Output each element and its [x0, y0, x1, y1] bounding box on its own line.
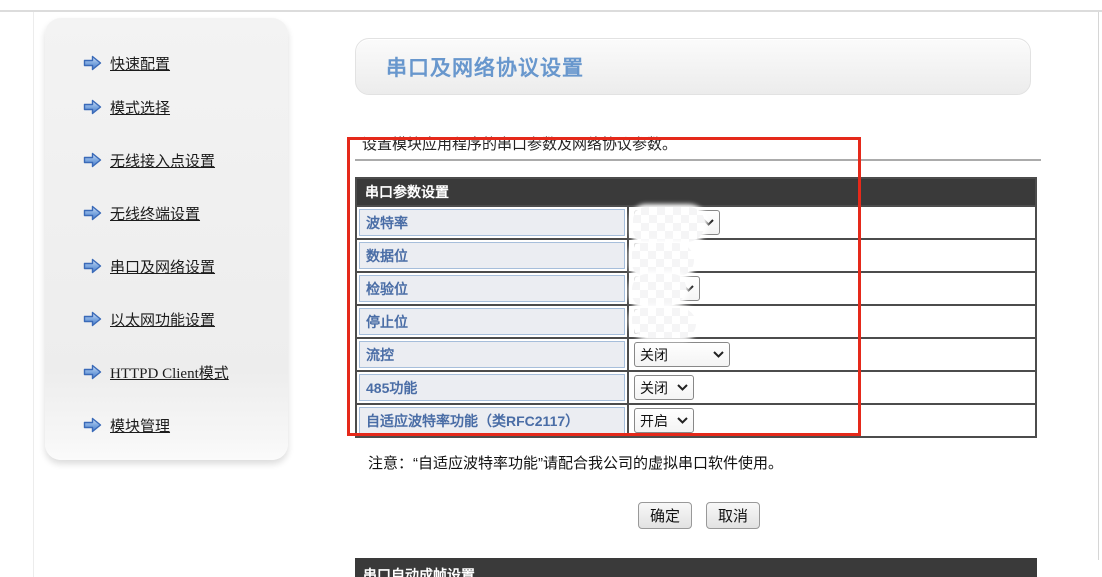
flow-control-value: 关闭 — [640, 345, 668, 365]
row-value-cell: 开启 — [629, 405, 1035, 436]
page-description: 设置模块应用程序的串口参数及网络协议参数。 — [362, 133, 677, 154]
chevron-down-icon — [677, 384, 688, 391]
top-divider — [0, 10, 1102, 12]
chevron-down-icon — [713, 351, 724, 358]
row-label: 485功能 — [359, 374, 625, 401]
row-label: 自适应波特率功能（类RFC2117） — [359, 407, 625, 434]
table-row-parity: 检验位 — [357, 271, 1035, 304]
table-row-data-bits: 数据位 — [357, 238, 1035, 271]
adaptive-baud-value: 开启 — [640, 411, 668, 431]
sidebar-item-label: 无线终端设置 — [110, 203, 200, 224]
table-row-485-function: 485功能 关闭 — [357, 370, 1035, 403]
row-value-cell — [629, 306, 1035, 337]
divider — [355, 159, 1041, 161]
censor-blob — [633, 207, 705, 242]
row-label: 停止位 — [359, 308, 625, 335]
arrow-right-icon — [83, 205, 102, 221]
censor-blob — [632, 274, 686, 306]
row-label-cell: 波特率 — [357, 207, 629, 238]
arrow-right-icon — [83, 55, 102, 71]
confirm-button[interactable]: 确定 — [638, 502, 692, 529]
table-row-flow-control: 流控 关闭 — [357, 337, 1035, 370]
sidebar-item-label: 模块管理 — [110, 415, 170, 436]
sidebar-item-label: 串口及网络设置 — [110, 256, 215, 277]
sidebar-item-label: 无线接入点设置 — [110, 150, 215, 171]
next-section-header: 串口自动成帧设置 — [355, 558, 1037, 577]
row-label-cell: 数据位 — [357, 240, 629, 271]
right-frame-line — [1098, 12, 1099, 560]
sidebar-item-httpd-client[interactable]: HTTPD Client模式 — [83, 361, 288, 383]
row-value-cell — [629, 273, 1035, 304]
row-label: 数据位 — [359, 242, 625, 269]
row-label: 检验位 — [359, 275, 625, 302]
note-text: 注意：“自适应波特率功能”请配合我公司的虚拟串口软件使用。 — [368, 452, 783, 473]
table-row-stop-bits: 停止位 — [357, 304, 1035, 337]
row-label-cell: 停止位 — [357, 306, 629, 337]
page-title-box: 串口及网络协议设置 — [355, 38, 1031, 95]
row-label: 波特率 — [359, 209, 625, 236]
sidebar-item-quick-config[interactable]: 快速配置 — [83, 52, 288, 74]
left-frame-line — [33, 12, 34, 577]
row-value-cell: 关闭 — [629, 339, 1035, 370]
page-title: 串口及网络协议设置 — [386, 52, 584, 82]
arrow-right-icon — [83, 99, 102, 115]
sidebar-item-label: 快速配置 — [110, 53, 170, 74]
rs485-function-select[interactable]: 关闭 — [634, 375, 694, 400]
chevron-down-icon — [677, 417, 688, 424]
sidebar: 快速配置 模式选择 无线接入点设置 无线终端设置 串口及网络设置 以太网功能设置… — [45, 18, 288, 460]
sidebar-item-mode-select[interactable]: 模式选择 — [83, 96, 288, 118]
sidebar-item-label: 以太网功能设置 — [110, 309, 215, 330]
sidebar-item-label: HTTPD Client模式 — [110, 362, 229, 383]
button-row: 确定 取消 — [638, 502, 760, 529]
serial-params-table: 串口参数设置 波特率 数据位 检验位 — [355, 177, 1037, 438]
table-row-baud-rate: 波特率 — [357, 205, 1035, 238]
sidebar-item-label: 模式选择 — [110, 97, 170, 118]
row-label-cell: 检验位 — [357, 273, 629, 304]
table-section-header: 串口参数设置 — [357, 179, 1035, 205]
sidebar-item-serial-network[interactable]: 串口及网络设置 — [83, 255, 288, 277]
sidebar-item-module-admin[interactable]: 模块管理 — [83, 414, 288, 436]
sidebar-item-wireless-sta[interactable]: 无线终端设置 — [83, 202, 288, 224]
arrow-right-icon — [83, 152, 102, 168]
row-label: 流控 — [359, 341, 625, 368]
rs485-function-value: 关闭 — [640, 378, 668, 398]
arrow-right-icon — [83, 417, 102, 433]
arrow-right-icon — [83, 364, 102, 380]
arrow-right-icon — [83, 311, 102, 327]
adaptive-baud-select[interactable]: 开启 — [634, 408, 694, 433]
page-root: 快速配置 模式选择 无线接入点设置 无线终端设置 串口及网络设置 以太网功能设置… — [0, 0, 1102, 577]
row-label-cell: 485功能 — [357, 372, 629, 403]
row-value-cell — [629, 207, 1035, 238]
row-label-cell: 自适应波特率功能（类RFC2117） — [357, 405, 629, 436]
table-row-adaptive-baud: 自适应波特率功能（类RFC2117） 开启 — [357, 403, 1035, 436]
censor-blob — [632, 243, 694, 276]
sidebar-item-wireless-ap[interactable]: 无线接入点设置 — [83, 149, 288, 171]
cancel-button[interactable]: 取消 — [706, 502, 760, 529]
row-label-cell: 流控 — [357, 339, 629, 370]
row-value-cell: 关闭 — [629, 372, 1035, 403]
flow-control-select[interactable]: 关闭 — [634, 342, 730, 367]
arrow-right-icon — [83, 258, 102, 274]
row-value-cell — [629, 240, 1035, 271]
censor-blob — [632, 308, 696, 338]
sidebar-item-ethernet[interactable]: 以太网功能设置 — [83, 308, 288, 330]
